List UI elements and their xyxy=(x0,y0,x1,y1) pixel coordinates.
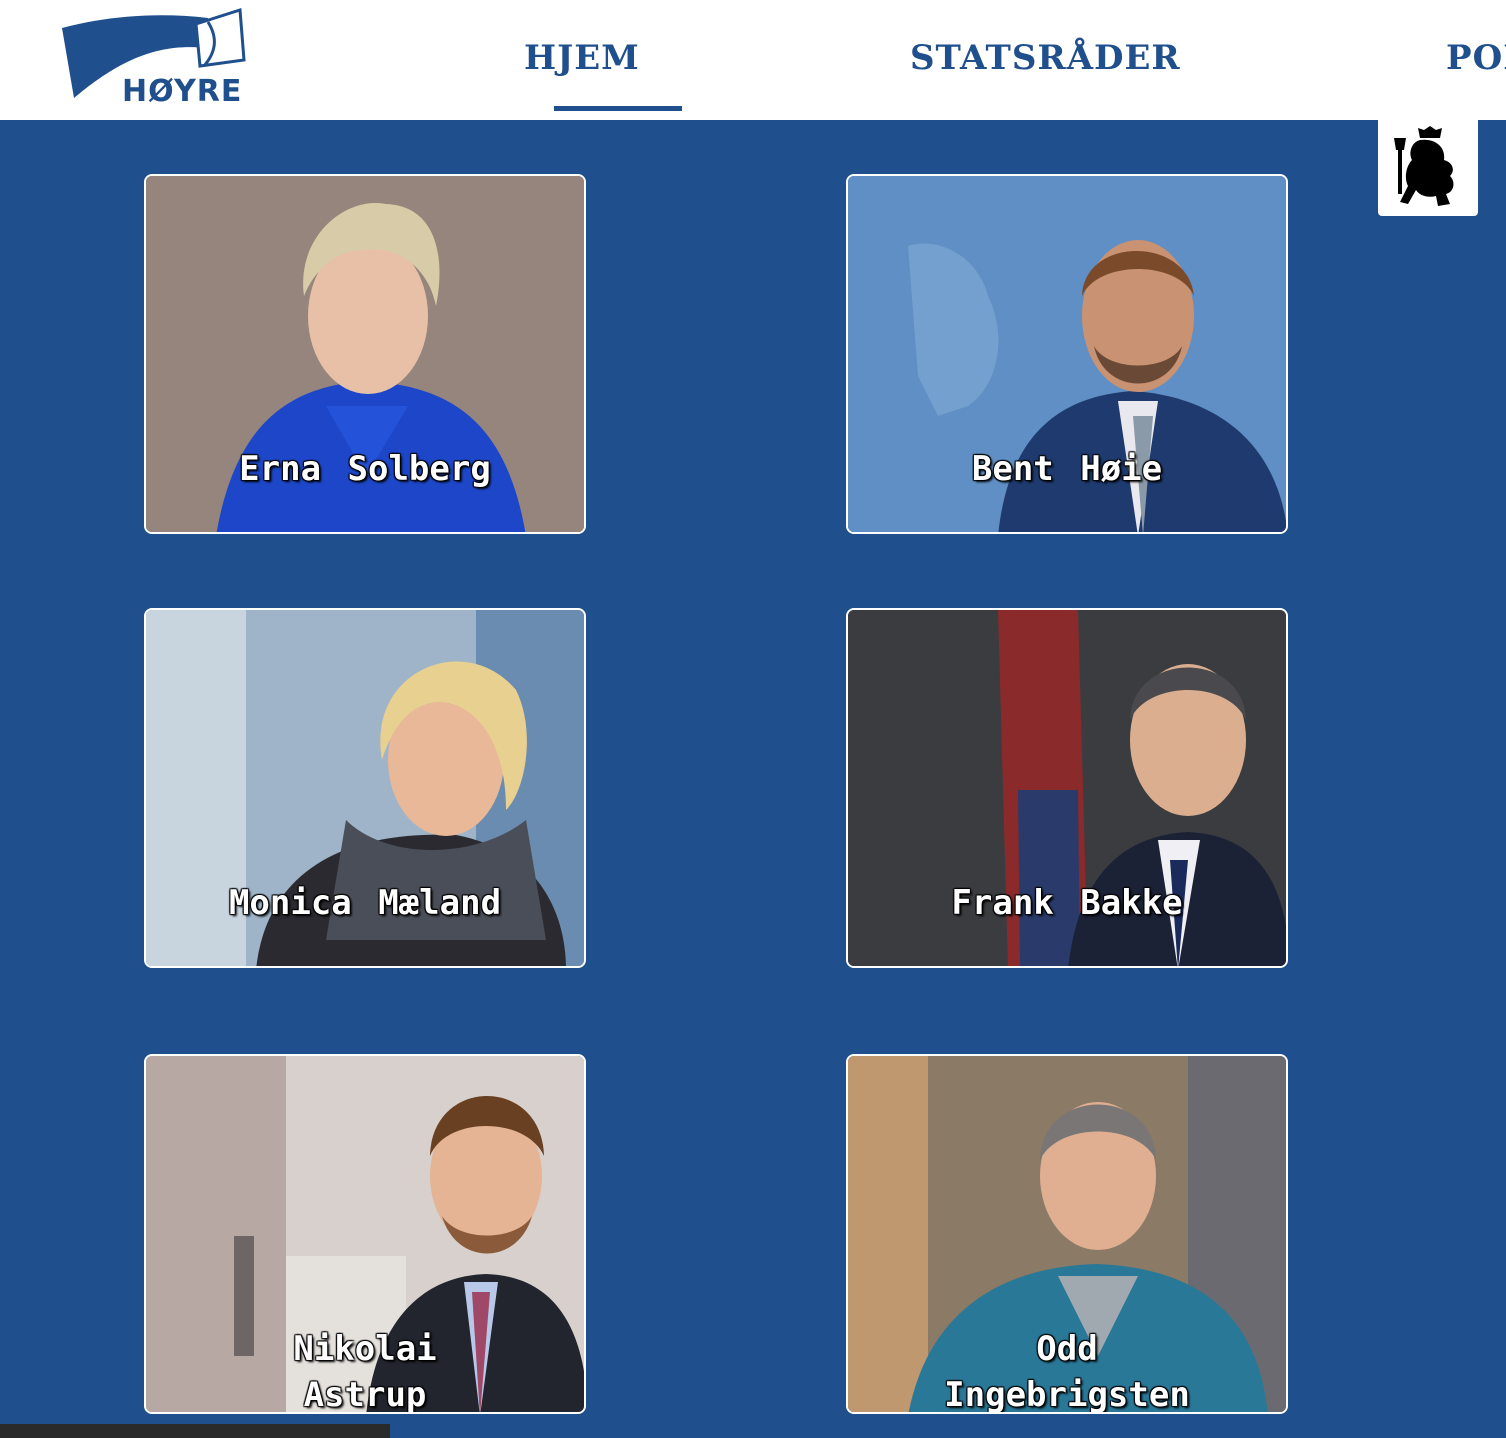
minister-name: Erna Solberg xyxy=(239,449,491,489)
bottom-dark-strip xyxy=(0,1424,390,1438)
minister-card-odd-ingebrigsten[interactable]: Odd Ingebrigsten xyxy=(846,1054,1288,1414)
minister-name-line-2: Astrup xyxy=(303,1375,427,1414)
minister-name-line-1: Nikolai xyxy=(293,1329,437,1369)
nav-politikk[interactable]: POI xyxy=(1446,38,1506,78)
hoyre-logo[interactable]: HØYRE xyxy=(58,7,248,112)
minister-name: Monica Mæland xyxy=(228,883,502,923)
minister-card-monica-maeland[interactable]: Monica Mæland xyxy=(144,608,586,968)
nav-statsrader[interactable]: STATSRÅDER xyxy=(910,38,1181,78)
logo-text: HØYRE xyxy=(122,74,243,109)
minister-name-line-1: Odd xyxy=(1036,1329,1098,1369)
minister-card-erna-solberg[interactable]: Erna Solberg xyxy=(144,174,586,534)
nav-active-underline xyxy=(554,106,682,111)
minister-name: Bent Høie xyxy=(971,449,1163,489)
minister-card-bent-hoie[interactable]: Bent Høie xyxy=(846,174,1288,534)
coat-of-arms-badge[interactable] xyxy=(1378,118,1478,216)
norwegian-lion-icon xyxy=(1394,126,1454,206)
minister-card-nikolai-astrup[interactable]: Nikolai Astrup xyxy=(144,1054,586,1414)
nav-home[interactable]: HJEM xyxy=(524,38,640,78)
minister-card-frank-bakke[interactable]: Frank Bakke xyxy=(846,608,1288,968)
minister-name: Frank Bakke xyxy=(951,883,1183,923)
site-header: HØYRE HJEM STATSRÅDER POI xyxy=(0,0,1506,120)
minister-name-line-2: Ingebrigsten xyxy=(944,1375,1190,1414)
